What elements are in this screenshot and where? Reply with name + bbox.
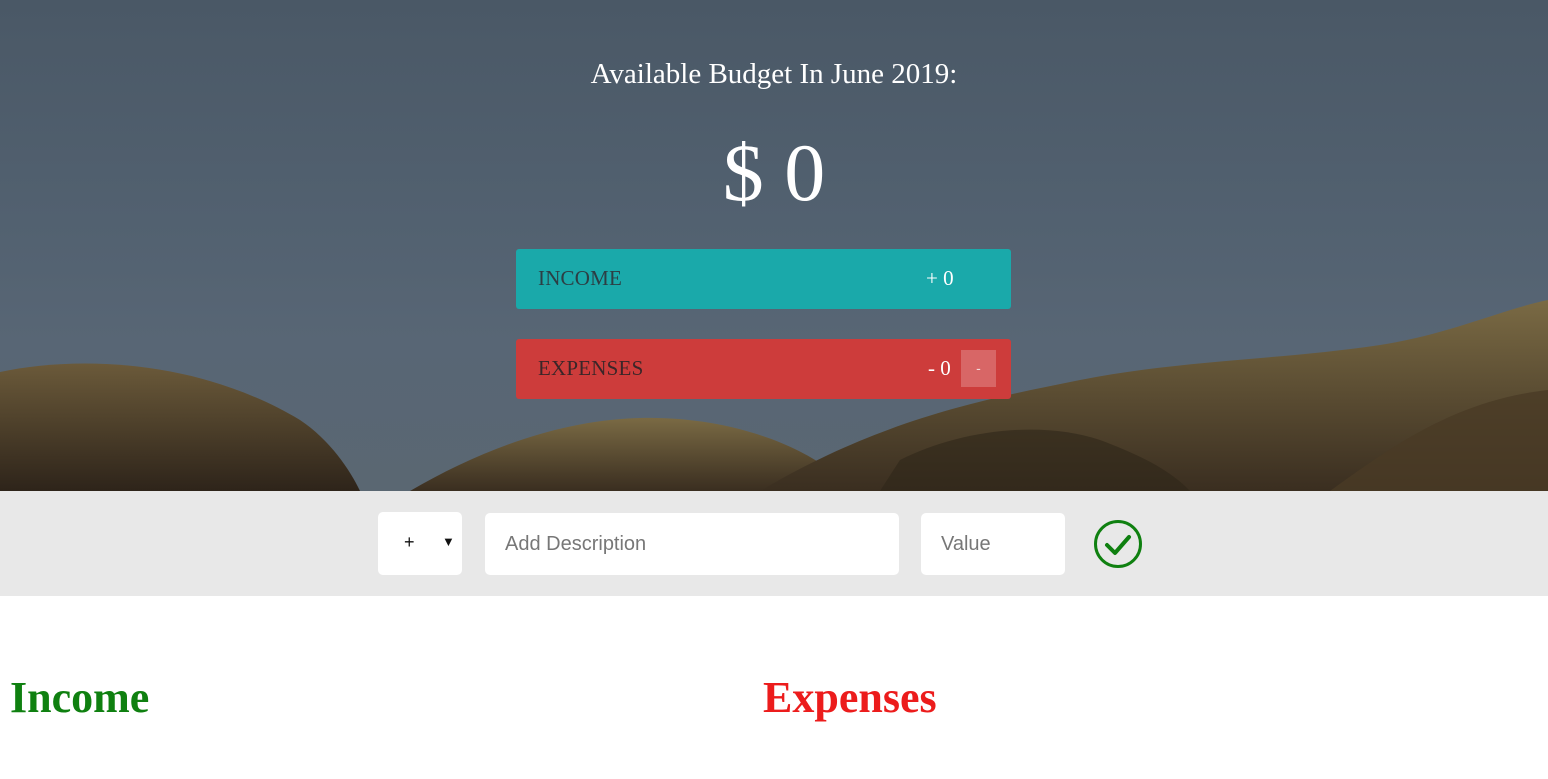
income-summary-value: + 0 (926, 266, 954, 290)
expenses-summary-label: EXPENSES (538, 356, 644, 380)
description-input[interactable]: Add Description (485, 513, 899, 575)
income-summary-bar: INCOME + 0 (516, 249, 1011, 309)
expenses-list-heading: Expenses (763, 673, 937, 722)
type-select[interactable]: + ▼ (378, 512, 462, 575)
expenses-percentage-badge: - (961, 350, 996, 387)
dropdown-arrow-icon: ▼ (442, 534, 455, 549)
income-summary-label: INCOME (538, 266, 623, 290)
expenses-summary-value: - 0 (928, 356, 951, 380)
budget-title: Available Budget In June 2019: (590, 58, 958, 90)
checkmark-circle-icon[interactable] (1092, 520, 1144, 572)
budget-header: Available Budget In June 2019: $ 0 INCOM… (0, 0, 1548, 491)
income-list-heading: Income (10, 673, 150, 722)
add-item-bar: + ▼ Add Description Value (0, 491, 1548, 596)
expenses-summary-bar: EXPENSES - 0 - (516, 339, 1011, 399)
type-select-value: + (404, 532, 415, 552)
available-budget-amount: $ 0 (722, 127, 826, 218)
value-input[interactable]: Value (921, 513, 1065, 575)
